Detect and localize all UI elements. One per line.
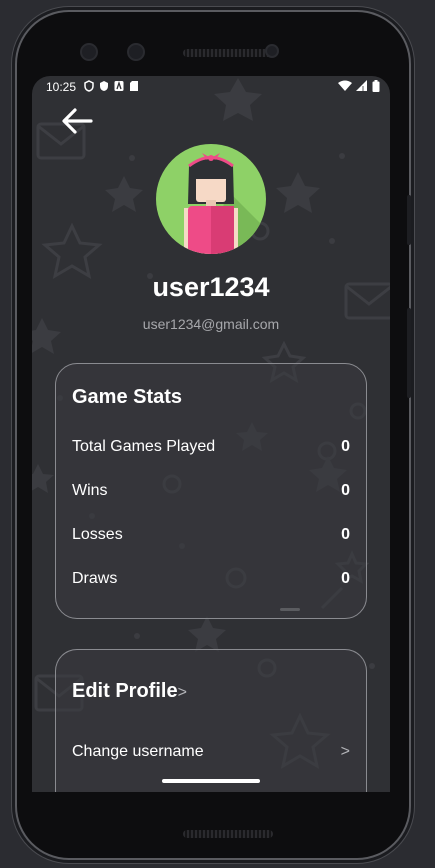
app-a-icon (114, 80, 124, 91)
stat-label: Losses (72, 526, 123, 543)
stat-label: Draws (72, 570, 118, 587)
stat-row-total-games: Total Games Played 0 (72, 438, 350, 460)
shield-filled-icon (100, 81, 108, 91)
bottom-speaker (183, 830, 273, 838)
signal-icon (356, 80, 367, 91)
edit-profile-title-text: Edit Profile (72, 680, 178, 702)
wifi-icon (338, 80, 352, 91)
chevron-right-icon: > (340, 743, 350, 760)
home-indicator[interactable] (162, 779, 260, 783)
stat-label: Wins (72, 482, 108, 499)
profile-username: user1234 (152, 272, 270, 302)
change-username-item[interactable]: Change username > (72, 743, 350, 765)
change-username-label: Change username (72, 743, 204, 760)
volume-button (407, 195, 411, 245)
stat-row-wins: Wins 0 (72, 482, 350, 504)
stat-label: Total Games Played (72, 438, 216, 455)
earpiece-speaker (183, 49, 273, 57)
battery-icon (372, 80, 380, 92)
power-button (407, 308, 411, 398)
profile-email: user1234@gmail.com (142, 316, 280, 332)
game-stats-title: Game Stats (72, 386, 183, 408)
front-camera-lens (80, 43, 98, 61)
stat-value: 0 (341, 438, 350, 455)
stat-value: 0 (341, 482, 350, 499)
game-stats-card: Game Stats Total Games Played 0 Wins 0 L… (55, 363, 367, 619)
stat-value: 0 (341, 526, 350, 543)
status-time: 10:25 (46, 80, 77, 94)
status-bar: 10:25 (32, 76, 390, 98)
shield-icon (84, 80, 94, 92)
proximity-sensor (265, 44, 279, 58)
stat-row-losses: Losses 0 (72, 526, 350, 548)
back-arrow-icon[interactable] (60, 106, 94, 136)
scroll-indicator (280, 608, 300, 611)
avatar (156, 144, 266, 254)
chevron-right-icon: > (177, 684, 187, 701)
edit-profile-card: Edit Profile> Change username > (55, 649, 367, 792)
edit-profile-title[interactable]: Edit Profile> (72, 680, 187, 703)
sensor-lens (127, 43, 145, 61)
stat-row-draws: Draws 0 (72, 570, 350, 592)
app-screen: 10:25 user1234 user1234@gmail.com Game S… (32, 76, 390, 792)
sd-card-icon (130, 81, 138, 91)
stat-value: 0 (341, 570, 350, 587)
